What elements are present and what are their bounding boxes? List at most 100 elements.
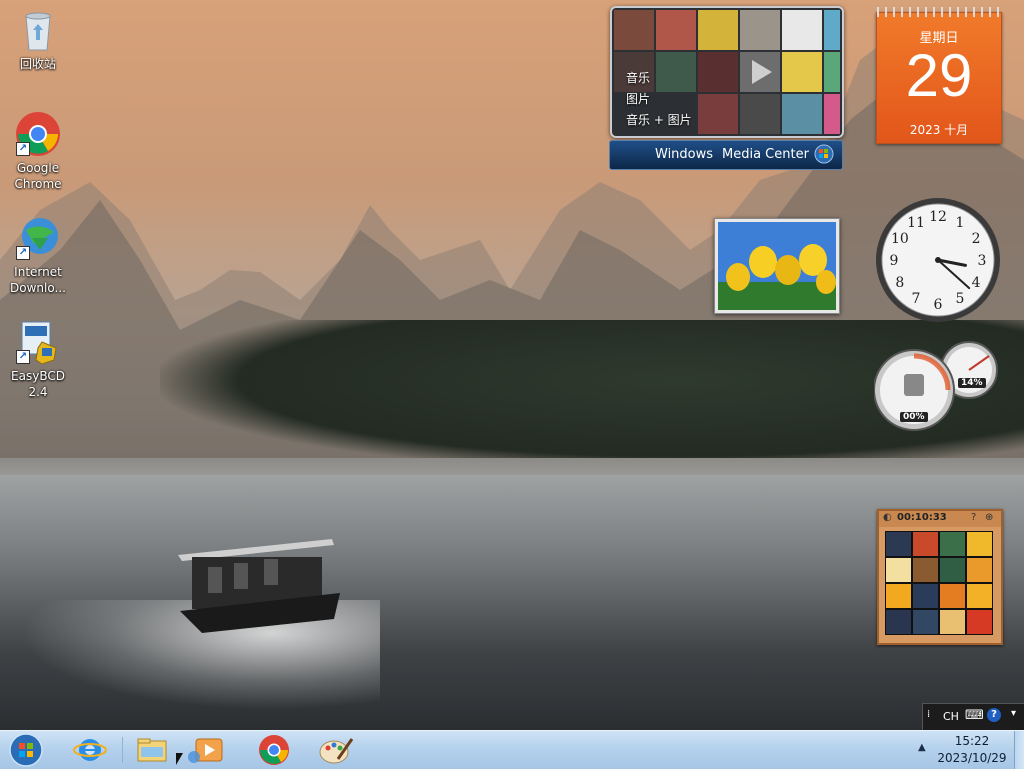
clock-numeral: 10 <box>891 231 909 247</box>
puzzle-tile[interactable] <box>966 609 993 635</box>
puzzle-empty-slot <box>912 557 939 583</box>
thumbnail-tile <box>698 94 738 134</box>
windows-logo-icon <box>814 144 834 168</box>
internet-explorer-icon <box>73 739 107 761</box>
clock-time[interactable]: 15:22 <box>934 734 1010 748</box>
shortcut-arrow-icon: ↗ <box>16 142 30 156</box>
desktop-icon-easybcd[interactable]: ↗ EasyBCD 2.4 <box>0 318 76 400</box>
puzzle-tile[interactable] <box>912 531 939 557</box>
play-icon <box>752 60 772 84</box>
slideshow-gadget[interactable] <box>714 218 840 314</box>
desktop-icon-internet-download-manager[interactable]: ↗ Internet Downlo... <box>0 214 76 296</box>
puzzle-tile[interactable] <box>885 531 912 557</box>
options-arrow-icon[interactable]: ▾ <box>1011 708 1016 719</box>
media-center-gadget[interactable]: 音乐 图片 音乐 + 图片 <box>610 6 844 138</box>
clock-numeral: 6 <box>934 297 943 313</box>
clock-numeral: 5 <box>956 291 965 307</box>
menu-item-pictures[interactable]: 图片 <box>626 89 692 110</box>
puzzle-tile[interactable] <box>939 609 966 635</box>
recycle-bin-icon <box>14 6 62 54</box>
clock-numeral: 3 <box>978 253 987 269</box>
thumbnail-tile <box>614 10 654 50</box>
puzzle-tile[interactable] <box>966 557 993 583</box>
tulips-photo <box>718 222 836 310</box>
taskbar-separator <box>122 737 123 763</box>
puzzle-tile[interactable] <box>912 583 939 609</box>
help-icon[interactable]: ? <box>987 708 1001 722</box>
chrome-icon <box>259 735 289 765</box>
language-indicator[interactable]: CH <box>943 710 959 723</box>
windows-explorer-icon <box>137 738 167 762</box>
menu-item-music[interactable]: 音乐 <box>626 68 692 89</box>
mouse-cursor <box>176 753 183 765</box>
thumbnail-tile <box>698 10 738 50</box>
desktop-icon-google-chrome[interactable]: ↗ Google Chrome <box>0 110 76 192</box>
start-button[interactable] <box>6 731 46 769</box>
desktop-icon-label: Google Chrome <box>14 161 62 191</box>
taskbar-paint[interactable] <box>316 733 356 767</box>
puzzle-timer: 00:10:33 <box>897 512 947 523</box>
puzzle-tile[interactable] <box>966 531 993 557</box>
puzzle-tile[interactable] <box>939 531 966 557</box>
desktop-icon-label: 回收站 <box>19 57 56 71</box>
taskbar-chrome[interactable] <box>254 733 294 767</box>
clock-numeral: 1 <box>956 215 965 231</box>
clock-numeral: 12 <box>929 209 947 225</box>
calendar-gadget[interactable]: 星期日 29 2023 十月 <box>876 7 1002 144</box>
taskbar-windows-explorer[interactable] <box>132 733 172 767</box>
wmc-brand: Windows <box>655 147 714 162</box>
clock-date[interactable]: 2023/10/29 <box>930 751 1014 765</box>
thumbnail-tile <box>698 52 738 92</box>
clock-numeral: 7 <box>912 291 921 307</box>
clock-numeral: 9 <box>890 253 899 269</box>
cpu-meter-gadget[interactable]: 00% 14% <box>873 340 1000 434</box>
thumbnail-tile <box>740 94 780 134</box>
desktop-icon-label: EasyBCD 2.4 <box>11 369 65 399</box>
thumbnail-tile <box>824 10 840 50</box>
puzzle-tile[interactable] <box>885 583 912 609</box>
clock-numeral: 8 <box>895 275 904 291</box>
clock-gadget[interactable]: 12 1 2 3 4 5 6 7 8 9 10 11 <box>874 196 1002 324</box>
menu-item-music-pictures[interactable]: 音乐 + 图片 <box>626 110 692 131</box>
taskbar-internet-explorer[interactable] <box>70 733 110 767</box>
clock-face: 12 12 3 45678 9 1011 <box>876 198 1000 322</box>
memory-percent: 14% <box>958 378 986 388</box>
puzzle-tile[interactable] <box>885 609 912 635</box>
thumbnail-tile <box>740 10 780 50</box>
puzzle-tile[interactable] <box>912 609 939 635</box>
desktop[interactable]: 回收站 ↗ Google Chrome ↗ Internet Downlo...… <box>0 0 1024 730</box>
easybcd-icon: ↗ <box>14 318 62 366</box>
show-desktop-button[interactable] <box>1014 731 1024 769</box>
puzzle-tile[interactable] <box>939 557 966 583</box>
clock-numeral: 2 <box>972 231 981 247</box>
puzzle-board[interactable] <box>885 531 993 637</box>
desktop-icon-label: Internet Downlo... <box>10 265 66 295</box>
drag-handle-icon[interactable]: ⁞ <box>927 709 930 720</box>
puzzle-help-icon[interactable]: ? <box>971 512 976 523</box>
internet-download-manager-icon: ↗ <box>14 214 62 262</box>
desktop-icon-recycle-bin[interactable]: 回收站 <box>0 6 76 72</box>
shortcut-arrow-icon: ↗ <box>16 246 30 260</box>
media-center-launch-bar[interactable]: Windows Media Center <box>609 140 843 170</box>
media-center-menu: 音乐 图片 音乐 + 图片 <box>626 68 692 131</box>
taskbar-media-player[interactable] <box>186 733 226 767</box>
show-hidden-icons-arrow-icon[interactable]: ▲ <box>918 742 926 753</box>
chrome-icon: ↗ <box>14 110 62 158</box>
paint-icon <box>319 738 354 764</box>
play-thumbnail-tile <box>740 52 780 92</box>
thumbnail-tile <box>782 10 822 50</box>
puzzle-tile[interactable] <box>939 583 966 609</box>
puzzle-back-icon[interactable]: ◐ <box>883 512 892 523</box>
start-orb-icon <box>9 733 43 767</box>
calendar-month: 2023 十月 <box>909 123 969 137</box>
calendar-binding-rings <box>877 7 1001 17</box>
puzzle-tile[interactable] <box>966 583 993 609</box>
thumbnail-tile <box>782 52 822 92</box>
keyboard-icon[interactable]: ⌨ <box>965 708 984 723</box>
puzzle-tile[interactable] <box>885 557 912 583</box>
language-bar[interactable]: ⁞ CH ⌨ ? ▾ <box>922 703 1024 730</box>
picture-puzzle-gadget[interactable]: ◐ 00:10:33 ? ⊕ <box>877 509 1003 645</box>
clock-numeral: 4 <box>972 275 981 291</box>
puzzle-pause-icon[interactable]: ⊕ <box>985 512 993 523</box>
wmc-product: Media Center <box>722 147 809 162</box>
